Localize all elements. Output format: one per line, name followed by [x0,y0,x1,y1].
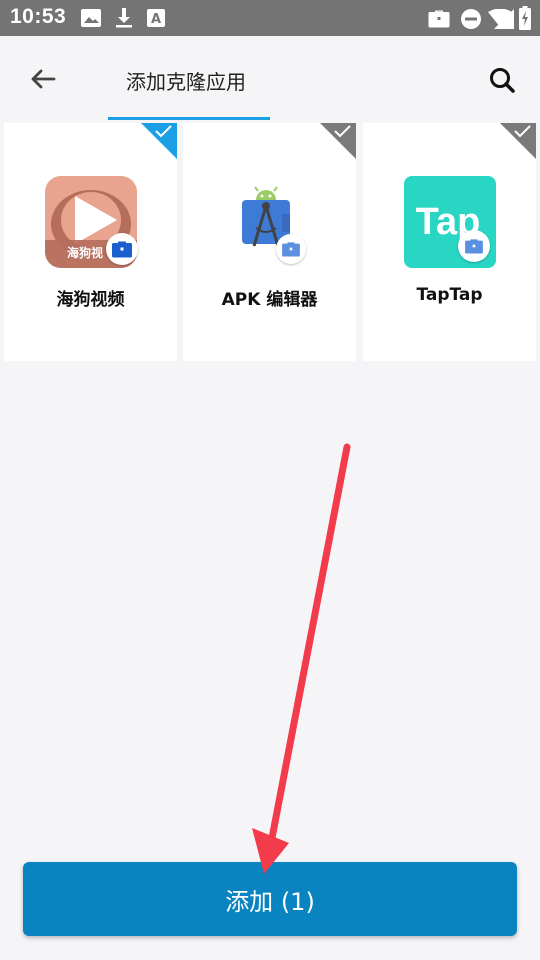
app-name: APK 编辑器 [221,290,318,310]
search-button[interactable] [482,60,522,100]
unselected-checkmark-icon [320,123,356,159]
haigou-icon-text: 海狗视 [67,245,103,260]
title-underline [108,117,270,120]
clone-badge-icon [276,234,306,264]
app-name: TapTap [416,285,483,305]
status-bar: 10:53 A [0,0,540,36]
selected-checkmark-icon [141,123,177,159]
clone-badge-icon [458,230,490,262]
font-icon: A [147,9,165,27]
arrow-back-icon [31,69,56,89]
search-icon [490,68,515,93]
dnd-icon [461,9,481,29]
briefcase-icon [428,10,450,28]
app-card-apk-editor[interactable]: APK 编辑器 [183,123,356,361]
battery-charging-icon [519,6,531,30]
app-card-haigou[interactable]: 海狗视 海狗视频 [4,123,177,361]
clone-badge-icon [106,233,138,265]
image-icon [81,9,101,27]
back-button[interactable] [22,60,62,100]
download-icon [116,8,132,28]
taptap-app-icon: Tap [404,176,496,268]
haigou-app-icon: 海狗视 [45,176,138,268]
svg-text:A: A [151,12,161,27]
page-title-tab: 添加克隆应用 [108,36,270,120]
app-name: 海狗视频 [56,290,125,310]
status-time: 10:53 [10,5,67,28]
app-card-taptap[interactable]: Tap TapTap [363,123,536,361]
page-title: 添加克隆应用 [126,70,246,94]
add-button[interactable]: 添加 (1) [23,862,517,936]
app-bar: 添加克隆应用 [0,36,540,120]
unselected-checkmark-icon [500,123,536,159]
apk-editor-app-icon [224,176,316,268]
signal-icon-visible [494,9,514,29]
app-grid: 海狗视 海狗视频 APK 编辑器 Tap TapTap [4,123,536,361]
